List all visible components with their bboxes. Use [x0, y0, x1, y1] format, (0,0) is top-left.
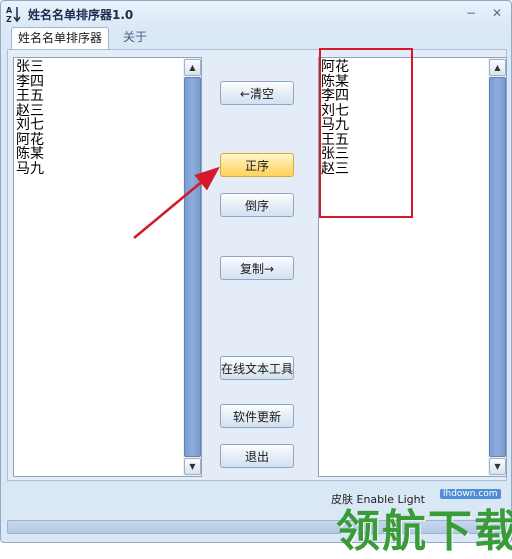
list-item[interactable]: 阿花	[16, 132, 181, 148]
main-panel: 张三 李四 王五 赵三 刘七 阿花 陈某 马九 ▲ ▼ ←清空 正序 倒序 复制…	[7, 49, 507, 481]
exit-button[interactable]: 退出	[220, 444, 294, 468]
list-item[interactable]: 张三	[16, 60, 181, 75]
tab-about[interactable]: 关于	[117, 27, 153, 47]
list-item[interactable]: 刘七	[16, 118, 181, 133]
watermark-logo: 领航下载	[336, 506, 512, 557]
triangle-up-icon[interactable]: ▲	[184, 59, 201, 76]
copy-button[interactable]: 复制→	[220, 256, 294, 280]
app-window: A Z 姓名名单排序器1.0 − ✕ 姓名名单排序器 关于 张三 李四 王五 赵…	[0, 0, 512, 543]
triangle-down-icon[interactable]: ▼	[184, 458, 201, 475]
annotation-highlight-box	[319, 48, 413, 218]
online-text-tools-button[interactable]: 在线文本工具	[220, 356, 294, 380]
list-item[interactable]: 陈某	[16, 147, 181, 162]
sort-az-icon: A Z	[6, 6, 21, 23]
list-item[interactable]: 王五	[16, 89, 181, 104]
tab-strip: 姓名名单排序器 关于	[7, 27, 507, 49]
sort-ascending-button[interactable]: 正序	[220, 153, 294, 177]
clear-button[interactable]: ←清空	[220, 81, 294, 105]
right-scroll-thumb[interactable]	[489, 77, 506, 457]
list-item[interactable]: 马九	[16, 161, 181, 177]
svg-text:Z: Z	[6, 15, 12, 23]
title-bar: A Z 姓名名单排序器1.0 − ✕	[1, 1, 511, 27]
input-names-items: 张三 李四 王五 赵三 刘七 阿花 陈某 马九	[16, 60, 181, 176]
window-title: 姓名名单排序器1.0	[28, 8, 134, 22]
svg-text:A: A	[6, 6, 13, 15]
left-scroll-thumb[interactable]	[184, 77, 201, 457]
sort-descending-button[interactable]: 倒序	[220, 193, 294, 217]
triangle-down-icon[interactable]: ▼	[489, 458, 506, 475]
close-button[interactable]: ✕	[489, 6, 505, 20]
software-update-button[interactable]: 软件更新	[220, 404, 294, 428]
right-scrollbar[interactable]: ▲ ▼	[488, 58, 506, 476]
triangle-up-icon[interactable]: ▲	[489, 59, 506, 76]
left-scrollbar[interactable]: ▲ ▼	[183, 58, 201, 476]
tab-sorter[interactable]: 姓名名单排序器	[11, 27, 110, 49]
list-item[interactable]: 李四	[16, 74, 181, 90]
minimize-button[interactable]: −	[463, 6, 479, 20]
input-names-listbox[interactable]: 张三 李四 王五 赵三 刘七 阿花 陈某 马九 ▲ ▼	[13, 57, 202, 477]
list-item[interactable]: 赵三	[16, 103, 181, 119]
